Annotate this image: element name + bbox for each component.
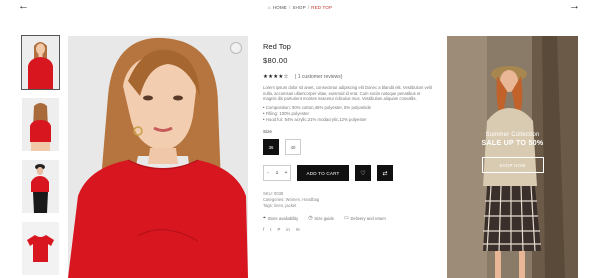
prev-product-arrow-icon[interactable]: ←	[18, 1, 29, 12]
reviews-link[interactable]: ( 1 customer reviews)	[295, 74, 343, 80]
home-icon[interactable]: ⌂	[268, 5, 271, 10]
size-guide-label: Size guide	[314, 215, 334, 221]
product-price: $80.00	[263, 56, 288, 65]
size-option-36[interactable]: 36	[263, 139, 279, 156]
promo-banner[interactable]: Summer Collection SALE UP TO 50% SHOP NO…	[447, 36, 578, 278]
size-options: 36 40	[263, 139, 433, 156]
product-info: Red Top $80.00 ★★★★☆ ( 1 customer review…	[263, 42, 433, 233]
breadcrumb-home[interactable]: HOME	[273, 5, 287, 10]
promo-title: SALE UP TO 50%	[481, 140, 544, 147]
size-option-40[interactable]: 40	[285, 139, 301, 156]
quantity-stepper: - 1 +	[263, 165, 291, 182]
delivery-return-link[interactable]: ▭ Delivery and return	[344, 215, 386, 221]
compare-arrows-icon[interactable]: ⇄	[377, 165, 393, 182]
location-pin-icon: ⌖	[263, 216, 266, 222]
quantity-decrease-button[interactable]: -	[264, 170, 272, 176]
star-rating-icon: ★★★★☆	[263, 74, 289, 80]
zoom-icon[interactable]: ⤢	[230, 42, 242, 54]
product-description: Lorem ipsum dolor sit amet, consectetur …	[263, 85, 432, 102]
feature-list: Composition: 50% cotton,45% polyester, 5…	[263, 105, 433, 124]
size-label: Size	[263, 129, 272, 135]
thumbnail-dark[interactable]	[22, 160, 59, 213]
product-meta: SKU: 0038 Categories: Women, Handbag Tag…	[263, 191, 433, 209]
breadcrumb-shop[interactable]: SHOP	[292, 5, 305, 10]
social-share: f t P in ✉	[263, 227, 433, 233]
main-product-image[interactable]: ⤢	[68, 36, 248, 278]
twitter-icon[interactable]: t	[270, 227, 271, 233]
thumbnail-front[interactable]	[21, 35, 60, 90]
promo-text: Summer Collection SALE UP TO 50% SHOP NO…	[447, 132, 578, 173]
store-availability-link[interactable]: ⌖ Store availability	[263, 215, 299, 222]
promo-subtitle: Summer Collection	[485, 132, 540, 138]
ruler-icon: ◷	[308, 215, 313, 221]
thumbnail-list	[21, 35, 60, 278]
delivery-return-label: Delivery and return	[350, 215, 386, 221]
product-title: Red Top	[263, 42, 291, 51]
pinterest-icon[interactable]: P	[277, 227, 280, 233]
add-to-cart-button[interactable]: ADD TO CART	[297, 165, 349, 182]
quantity-increase-button[interactable]: +	[282, 170, 290, 176]
truck-icon: ▭	[343, 215, 349, 221]
purchase-actions: - 1 + ADD TO CART ♡ ⇄	[263, 165, 433, 182]
quantity-value[interactable]: 1	[272, 171, 282, 176]
rating: ★★★★☆ ( 1 customer reviews)	[263, 74, 433, 80]
wishlist-heart-icon[interactable]: ♡	[355, 165, 371, 182]
breadcrumb-separator: /	[288, 4, 291, 10]
breadcrumb-separator: /	[307, 4, 310, 10]
info-links: ⌖ Store availability ◷ Size guide ▭ Deli…	[263, 215, 433, 222]
tags-text: Tags: linen, jacket	[263, 203, 297, 209]
linkedin-icon[interactable]: in	[286, 227, 289, 233]
email-icon[interactable]: ✉	[296, 227, 300, 233]
store-availability-label: Store availability	[267, 215, 299, 221]
size-guide-link[interactable]: ◷ Size guide	[308, 215, 334, 221]
shop-now-button[interactable]: SHOP NOW	[481, 157, 544, 173]
feature-item: Hood fur: 54% acrylic,21% modacrylic,12%…	[263, 117, 433, 123]
breadcrumb: ⌂ HOME / SHOP / RED TOP	[268, 5, 332, 10]
top-bar: ← ⌂ HOME / SHOP / RED TOP →	[0, 0, 600, 14]
thumbnail-back[interactable]	[22, 98, 59, 151]
facebook-icon[interactable]: f	[263, 227, 264, 233]
breadcrumb-current: RED TOP	[311, 4, 333, 10]
next-product-arrow-icon[interactable]: →	[569, 1, 580, 12]
thumbnail-flat[interactable]	[22, 222, 59, 275]
